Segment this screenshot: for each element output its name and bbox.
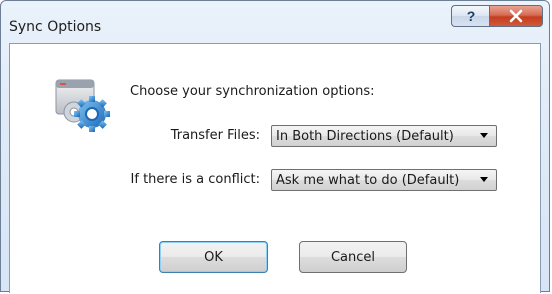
- transfer-files-select[interactable]: In Both Directions (Default): [271, 125, 497, 147]
- transfer-files-value: In Both Directions (Default): [276, 128, 454, 144]
- conflict-value: Ask me what to do (Default): [276, 172, 460, 188]
- close-button[interactable]: [489, 5, 543, 27]
- cancel-button[interactable]: Cancel: [299, 241, 407, 273]
- help-button[interactable]: ?: [451, 5, 489, 27]
- dialog-content: Choose your synchronization options: Tra…: [9, 43, 541, 293]
- help-icon: ?: [466, 8, 475, 24]
- close-icon: [509, 9, 523, 23]
- conflict-select[interactable]: Ask me what to do (Default): [271, 169, 497, 191]
- sync-settings-icon: [55, 79, 110, 132]
- options-heading: Choose your synchronization options:: [130, 84, 375, 99]
- sync-options-window: Sync Options ? Choose your synchronizati…: [0, 0, 550, 293]
- chevron-down-icon: [480, 177, 488, 182]
- svg-text:?: ?: [466, 8, 475, 24]
- chevron-down-icon: [480, 133, 488, 138]
- conflict-label: If there is a conflict:: [130, 172, 260, 187]
- title-bar[interactable]: Sync Options ?: [1, 1, 549, 43]
- ok-button[interactable]: OK: [159, 241, 268, 273]
- transfer-files-label: Transfer Files:: [170, 128, 260, 143]
- caption-buttons: ?: [451, 5, 543, 27]
- window-title: Sync Options: [9, 19, 102, 35]
